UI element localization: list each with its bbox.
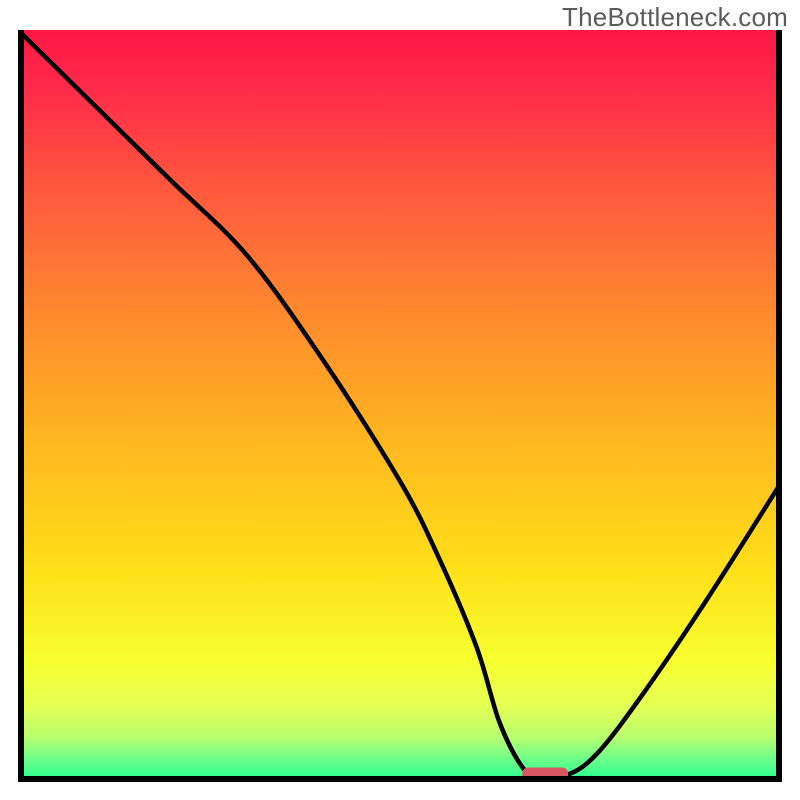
chart-canvas: TheBottleneck.com [0,0,800,800]
watermark-text: TheBottleneck.com [562,2,788,33]
plot-frame [18,30,782,782]
